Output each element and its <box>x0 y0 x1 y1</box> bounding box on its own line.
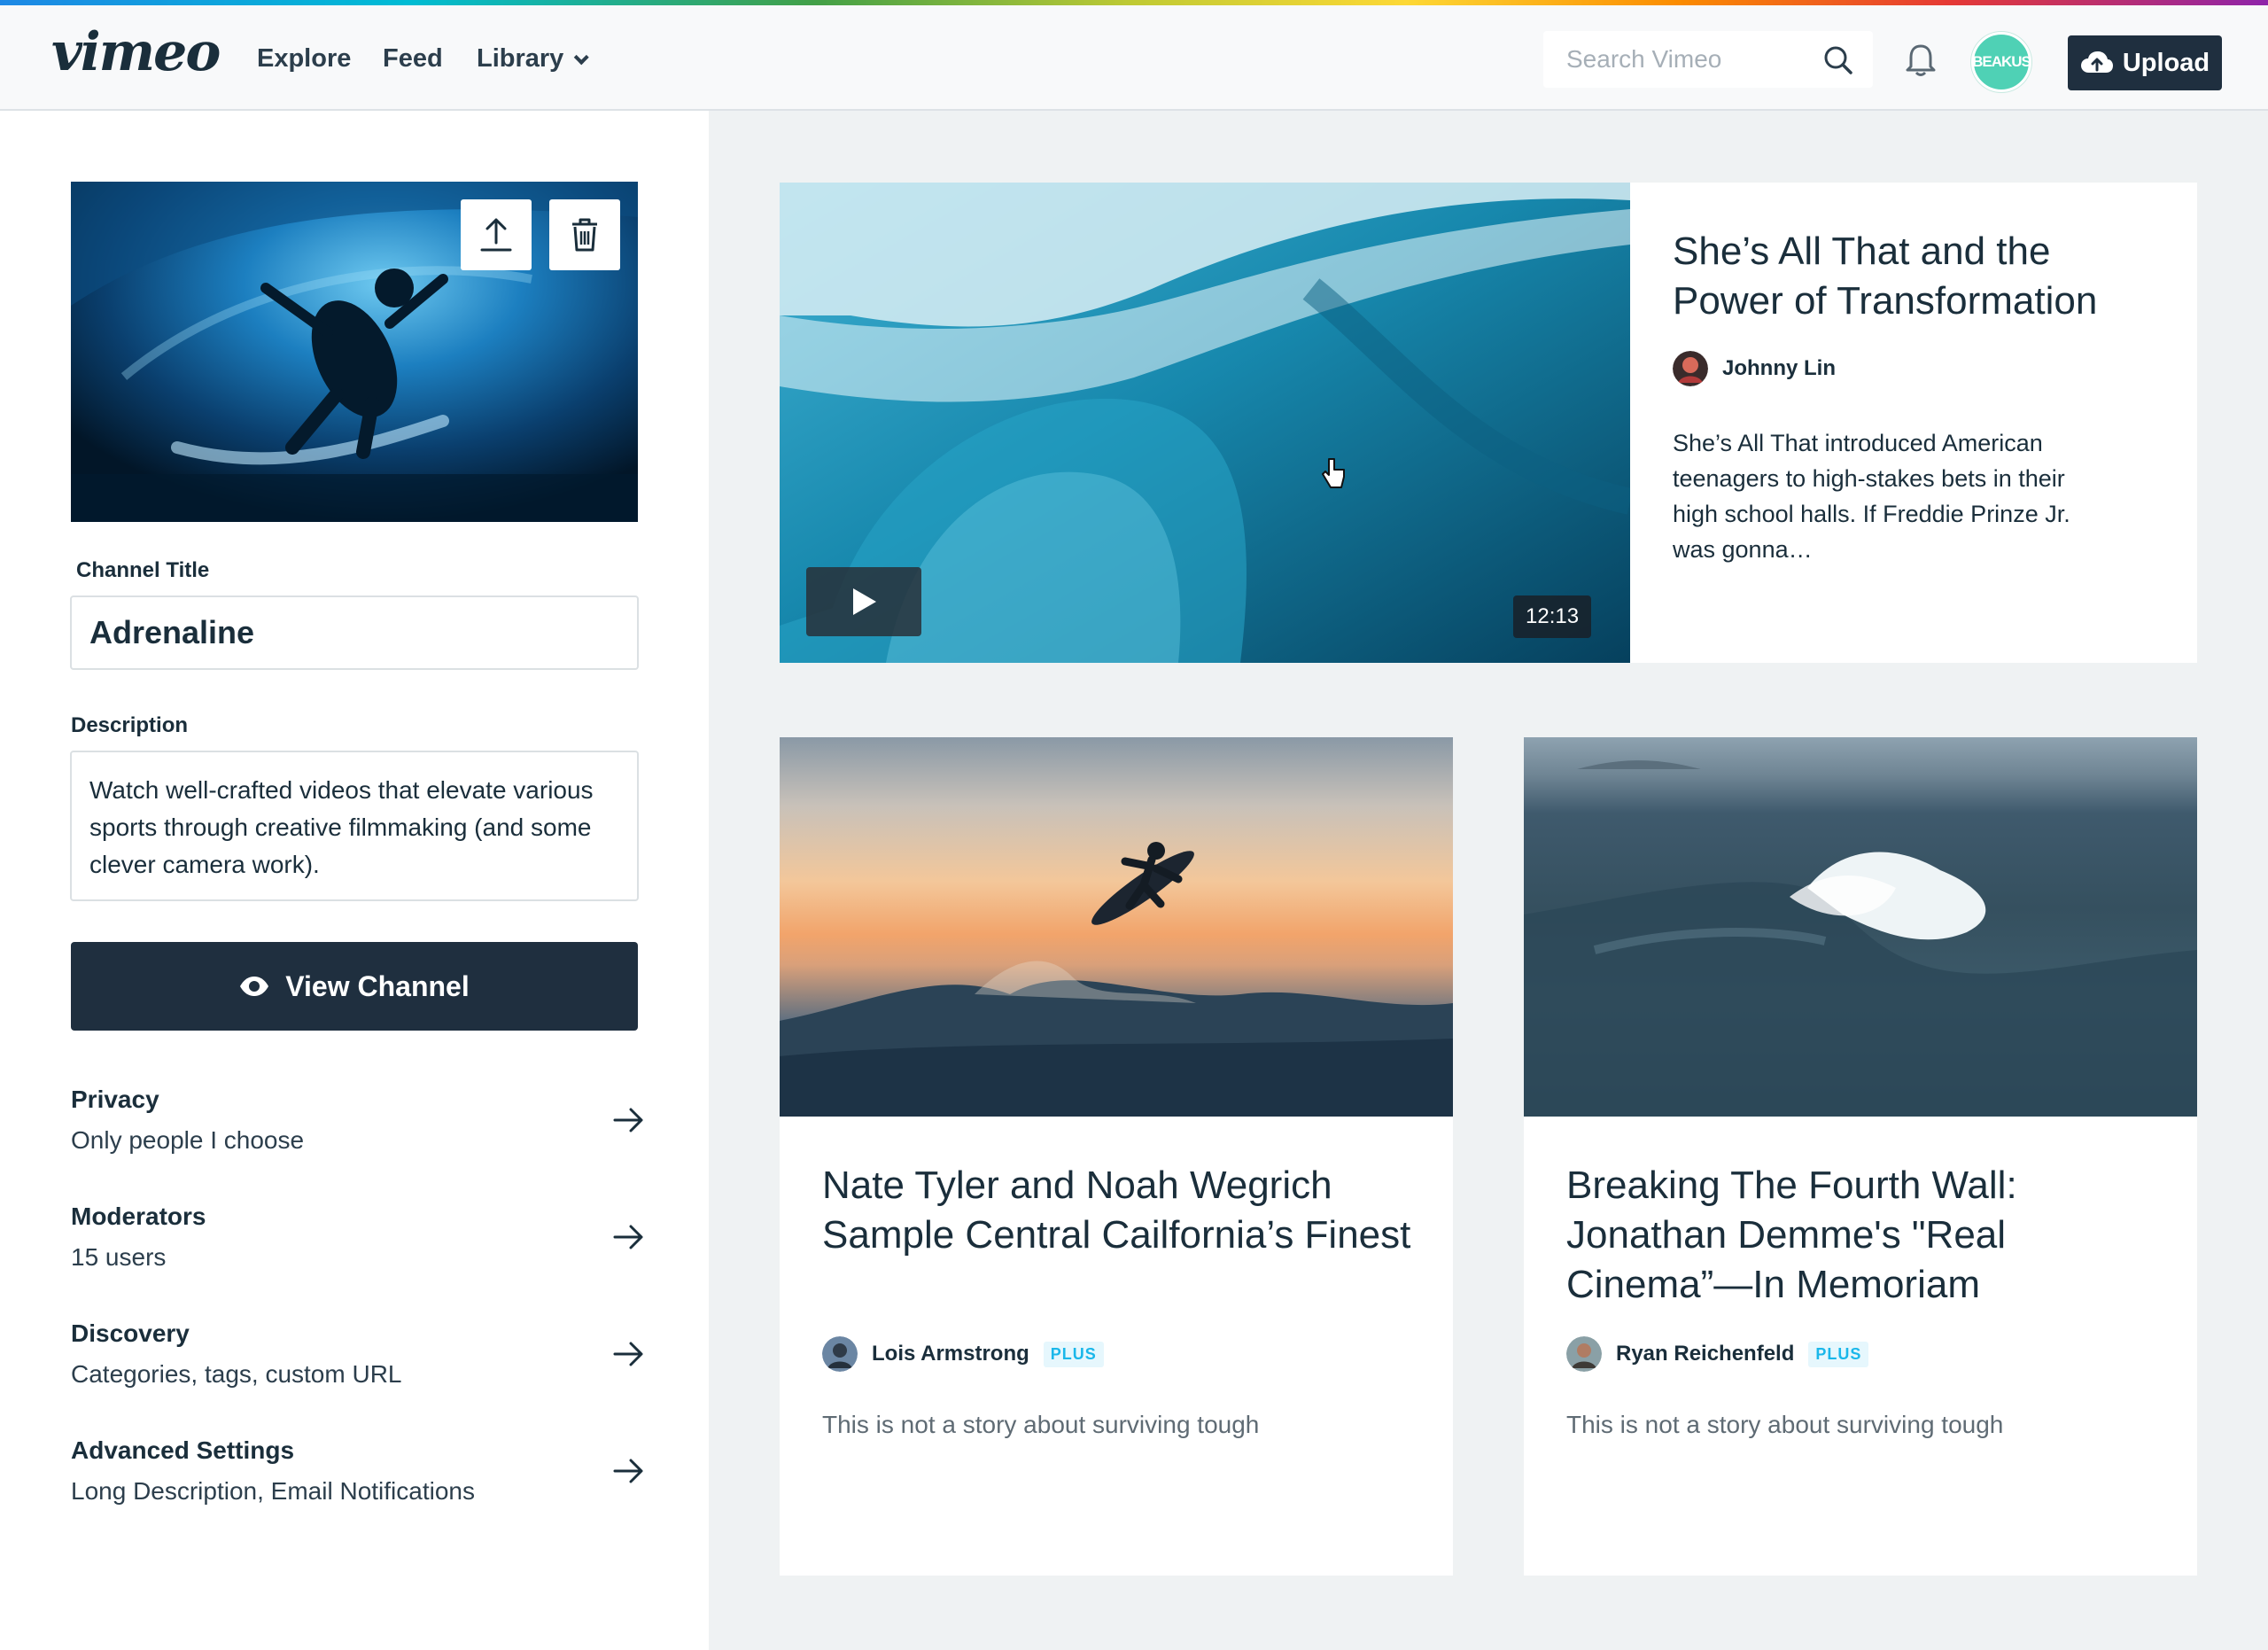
author-name: Lois Armstrong <box>872 1342 1029 1366</box>
featured-video-description: She’s All That introduced American teena… <box>1673 430 2070 563</box>
description-textarea[interactable]: Watch well-crafted videos that elevate v… <box>70 751 639 901</box>
search-input[interactable] <box>1565 43 1813 75</box>
search-box <box>1543 31 1873 88</box>
video-card-description: This is not a story about surviving toug… <box>822 1411 1260 1438</box>
arrow-right-icon <box>613 1108 643 1132</box>
video-card-author[interactable]: Lois Armstrong PLUS <box>822 1336 1104 1372</box>
bell-icon[interactable] <box>1905 43 1937 78</box>
upload-button[interactable]: Upload <box>2068 35 2222 90</box>
thumbnail-upload-button[interactable] <box>461 199 532 270</box>
vimeo-logo[interactable]: vimeo <box>51 21 221 83</box>
eye-icon <box>240 977 269 996</box>
video-card[interactable]: Nate Tyler and Noah Wegrich Sample Centr… <box>780 737 1453 1576</box>
view-channel-label: View Channel <box>285 969 470 1002</box>
video-card-author[interactable]: Ryan Reichenfeld PLUS <box>1566 1336 1869 1372</box>
author-name: Johnny Lin <box>1722 356 1836 380</box>
play-icon <box>853 588 876 615</box>
thumbnail-delete-button[interactable] <box>549 199 620 270</box>
cursor-icon <box>1322 458 1345 488</box>
setting-title: Privacy <box>71 1086 159 1113</box>
chevron-down-icon <box>574 50 590 66</box>
plus-badge: PLUS <box>1808 1341 1869 1367</box>
channel-thumbnail <box>71 182 638 522</box>
channel-title-label: Channel Title <box>76 558 210 582</box>
video-duration: 12:13 <box>1513 595 1592 638</box>
featured-video-thumbnail[interactable]: 12:13 <box>780 183 1630 663</box>
video-card-thumbnail[interactable] <box>1524 737 2197 1117</box>
top-nav-bar: vimeo Explore Feed Library BEAKUS Upload <box>0 5 2268 111</box>
setting-subtitle: Only people I choose <box>71 1126 305 1154</box>
nav-library-label: Library <box>477 44 564 73</box>
channel-title-input[interactable] <box>70 595 639 670</box>
setting-title: Discovery <box>71 1319 190 1347</box>
nav-explore[interactable]: Explore <box>257 44 351 74</box>
author-avatar <box>1673 351 1708 386</box>
play-button[interactable] <box>806 567 921 636</box>
setting-subtitle: Categories, tags, custom URL <box>71 1360 402 1388</box>
video-card[interactable]: Breaking The Fourth Wall: Jonathan Demme… <box>1524 737 2197 1576</box>
channel-settings-sidebar: Channel Title Description Watch well-cra… <box>0 111 709 1650</box>
nav-library[interactable]: Library <box>477 44 590 74</box>
featured-video-card[interactable]: 12:13 She’s All That and the Power of Tr… <box>780 183 2197 663</box>
video-card-title[interactable]: Breaking The Fourth Wall: Jonathan Demme… <box>1566 1161 2169 1310</box>
setting-discovery[interactable]: Discovery Categories, tags, custom URL <box>71 1319 645 1408</box>
arrow-right-icon <box>613 1459 643 1483</box>
breaking-wave-image <box>1524 760 2197 1117</box>
featured-author[interactable]: Johnny Lin <box>1673 351 1836 386</box>
setting-advanced[interactable]: Advanced Settings Long Description, Emai… <box>71 1436 645 1525</box>
sunset-surfer-image <box>780 842 1453 1117</box>
arrow-right-icon <box>613 1342 643 1366</box>
video-card-title[interactable]: Nate Tyler and Noah Wegrich Sample Centr… <box>822 1161 1425 1260</box>
featured-video-title[interactable]: She’s All That and the Power of Transfor… <box>1673 227 2169 326</box>
author-avatar <box>822 1336 858 1372</box>
view-channel-button[interactable]: View Channel <box>71 942 638 1031</box>
arrow-right-icon <box>613 1225 643 1249</box>
author-name: Ryan Reichenfeld <box>1616 1342 1795 1366</box>
user-avatar[interactable]: BEAKUS <box>1971 32 2031 92</box>
setting-title: Moderators <box>71 1202 206 1230</box>
author-avatar <box>1566 1336 1602 1372</box>
plus-badge: PLUS <box>1043 1341 1104 1367</box>
setting-moderators[interactable]: Moderators 15 users <box>71 1202 645 1291</box>
upload-label: Upload <box>2122 48 2210 77</box>
setting-subtitle: 15 users <box>71 1243 167 1271</box>
video-card-description: This is not a story about surviving toug… <box>1566 1411 2004 1438</box>
video-card-thumbnail[interactable] <box>780 737 1453 1117</box>
setting-title: Advanced Settings <box>71 1436 295 1464</box>
upload-icon <box>480 218 512 252</box>
nav-feed[interactable]: Feed <box>383 44 443 74</box>
search-icon[interactable] <box>1823 45 1853 75</box>
description-label: Description <box>71 713 189 737</box>
trash-icon <box>572 218 597 252</box>
cloud-upload-icon <box>2080 51 2113 73</box>
setting-privacy[interactable]: Privacy Only people I choose <box>71 1086 645 1174</box>
setting-subtitle: Long Description, Email Notifications <box>71 1477 475 1505</box>
